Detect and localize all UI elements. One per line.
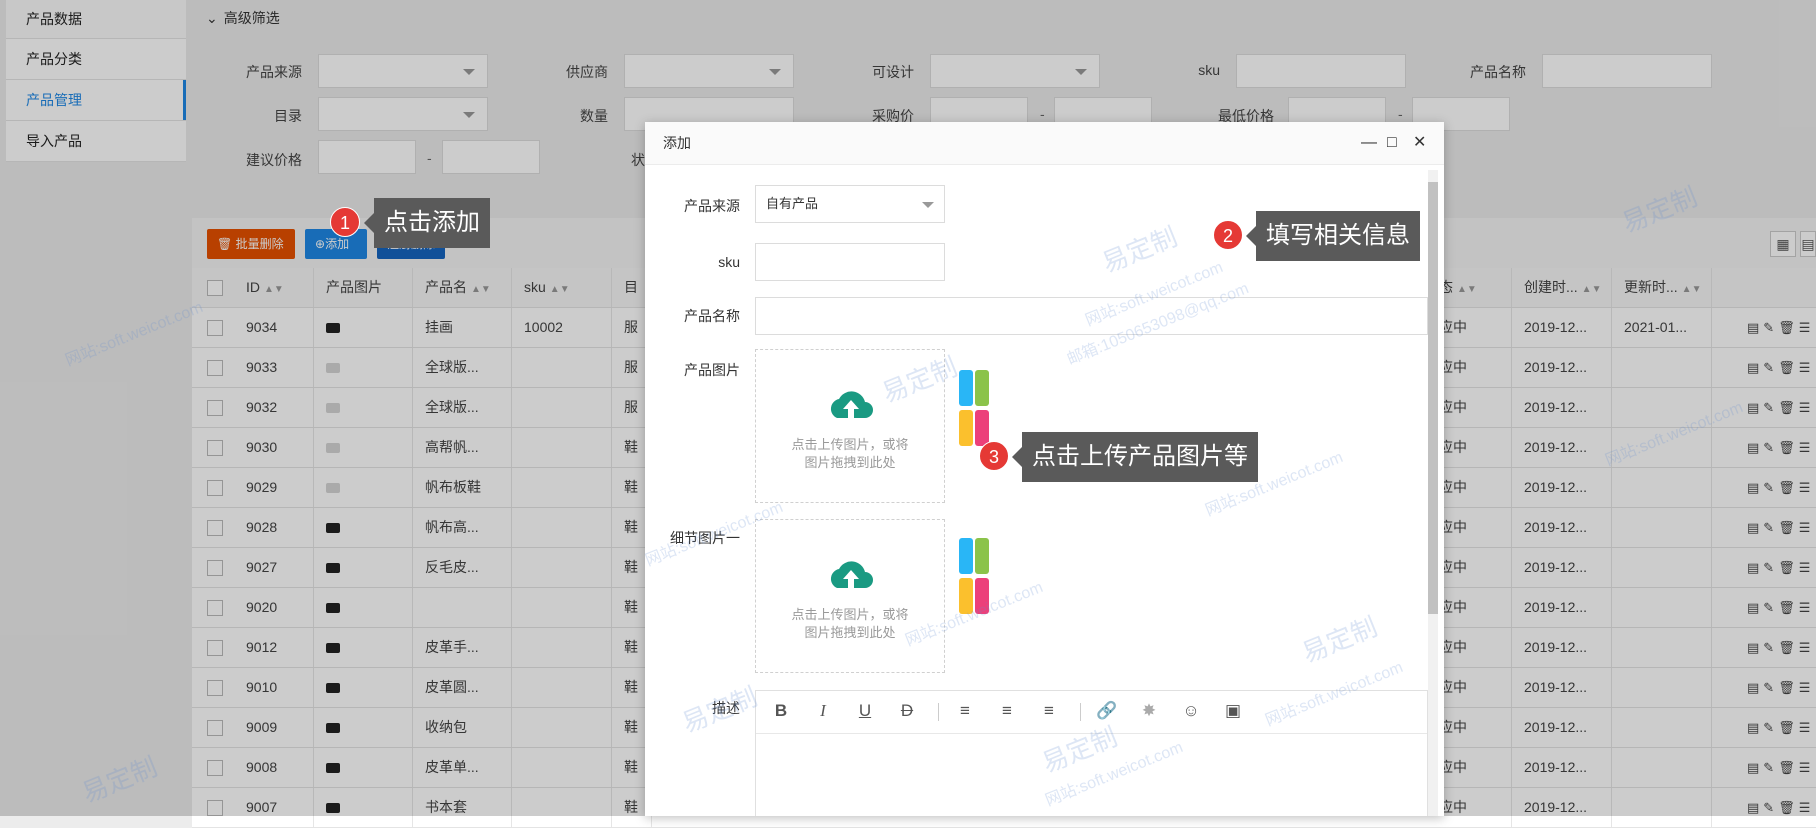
source-label: 产品来源 bbox=[684, 198, 740, 214]
description-label: 描述 bbox=[712, 700, 740, 716]
callout-fill-info: 填写相关信息 bbox=[1246, 211, 1420, 261]
sku-input[interactable] bbox=[755, 243, 945, 281]
detail-image-upload[interactable]: 点击上传图片，或将 图片拖拽到此处 bbox=[755, 519, 945, 673]
product-image-thumbnail[interactable] bbox=[957, 368, 991, 448]
sku-label: sku bbox=[718, 254, 740, 270]
callout-click-add: 点击添加 bbox=[364, 198, 490, 248]
product-name-input[interactable] bbox=[755, 297, 1428, 335]
scrollbar-thumb[interactable] bbox=[1428, 182, 1438, 614]
toolbar-divider bbox=[1080, 703, 1081, 721]
minimize-icon[interactable]: — bbox=[1361, 122, 1377, 164]
product-image-upload[interactable]: 点击上传图片，或将 图片拖拽到此处 bbox=[755, 349, 945, 503]
strikethrough-icon[interactable]: D bbox=[896, 701, 918, 721]
product-image-label: 产品图片 bbox=[684, 362, 740, 378]
unlink-icon[interactable]: ✸ bbox=[1138, 701, 1160, 721]
link-icon[interactable]: 🔗 bbox=[1096, 701, 1118, 721]
close-icon[interactable]: ✕ bbox=[1413, 122, 1426, 164]
maximize-icon[interactable]: □ bbox=[1387, 122, 1397, 164]
callout-badge-1: 1 bbox=[330, 207, 360, 237]
dialog-title: 添加 bbox=[663, 135, 691, 151]
callout-badge-2: 2 bbox=[1213, 220, 1243, 250]
underline-icon[interactable]: U bbox=[854, 701, 876, 721]
dialog-header: 添加 — □ ✕ bbox=[645, 122, 1444, 165]
editor-toolbar: B I U D ≡ ≡ ≡ 🔗 ✸ ☺ ▣ bbox=[756, 691, 1427, 734]
cloud-upload-icon bbox=[830, 561, 873, 588]
align-left-icon[interactable]: ≡ bbox=[954, 701, 976, 721]
description-editor[interactable]: B I U D ≡ ≡ ≡ 🔗 ✸ ☺ ▣ bbox=[755, 690, 1428, 816]
cloud-upload-icon bbox=[830, 391, 873, 418]
product-name-label: 产品名称 bbox=[684, 308, 740, 324]
callout-upload-images: 点击上传产品图片等 bbox=[1012, 432, 1258, 482]
italic-icon[interactable]: I bbox=[812, 701, 834, 721]
align-right-icon[interactable]: ≡ bbox=[1038, 701, 1060, 721]
detail-image-thumbnail[interactable] bbox=[957, 536, 991, 616]
align-center-icon[interactable]: ≡ bbox=[996, 701, 1018, 721]
emoji-icon[interactable]: ☺ bbox=[1180, 701, 1202, 721]
toolbar-divider bbox=[938, 703, 939, 721]
callout-badge-3: 3 bbox=[979, 441, 1009, 471]
source-select[interactable]: 自有产品 bbox=[755, 185, 945, 223]
image-icon[interactable]: ▣ bbox=[1222, 701, 1244, 721]
detail-image-label: 细节图片一 bbox=[670, 530, 740, 546]
bold-icon[interactable]: B bbox=[770, 701, 792, 721]
